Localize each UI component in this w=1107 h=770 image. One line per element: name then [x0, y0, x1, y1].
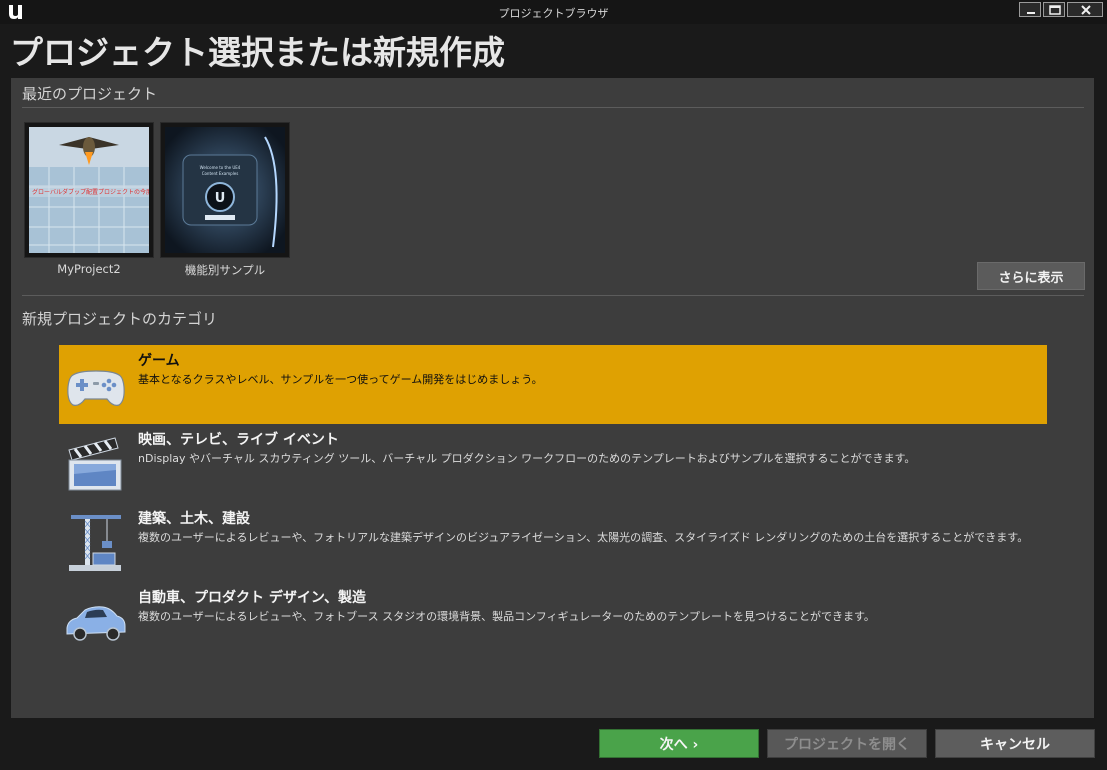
category-automotive-product-design-manufacturing[interactable]: 自動車、プロダクト デザイン、製造 複数のユーザーによるレビューや、フォトブース…: [59, 582, 1047, 661]
main-panel: 最近のプロジェクト グローバルダブップ配置プロジェクトの今度 MyProject…: [11, 78, 1094, 718]
next-button[interactable]: 次へ ›: [599, 729, 759, 758]
project-thumbnail-ue-logo: Welcome to the UE4 Content Examples U: [165, 127, 285, 253]
maximize-icon: [1049, 5, 1061, 15]
category-description: 複数のユーザーによるレビューや、フォトブース スタジオの環境背景、製品コンフィギ…: [138, 610, 875, 623]
recent-project-content-examples[interactable]: Welcome to the UE4 Content Examples U 機能…: [160, 122, 290, 278]
category-games[interactable]: ゲーム 基本となるクラスやレベル、サンプルを一つ使ってゲーム開発をはじめましょう…: [59, 345, 1047, 424]
title-bar: プロジェクトブラウザ: [0, 0, 1107, 24]
category-description: 基本となるクラスやレベル、サンプルを一つ使ってゲーム開発をはじめましょう。: [138, 373, 543, 386]
category-title: ゲーム: [138, 353, 180, 369]
recent-project-myproject2[interactable]: グローバルダブップ配置プロジェクトの今度 MyProject2: [24, 122, 154, 276]
close-icon: [1081, 5, 1091, 15]
category-title: 映画、テレビ、ライブ イベント: [138, 432, 339, 448]
category-film-tv-live-events[interactable]: 映画、テレビ、ライブ イベント nDisplay やバーチャル スカウティング …: [59, 424, 1047, 503]
recent-projects-label: 最近のプロジェクト: [22, 85, 158, 103]
close-button[interactable]: [1067, 2, 1103, 17]
project-thumbnail-aircraft: グローバルダブップ配置プロジェクトの今度: [29, 127, 149, 253]
show-more-button[interactable]: さらに表示: [977, 262, 1085, 290]
crane-icon: [69, 515, 121, 571]
project-name: 機能別サンプル: [184, 263, 266, 277]
project-name: MyProject2: [57, 262, 121, 276]
category-title: 建築、土木、建設: [138, 511, 250, 527]
divider: [22, 295, 1084, 296]
svg-text:Content Examples: Content Examples: [202, 171, 239, 176]
window-title: プロジェクトブラウザ: [498, 7, 609, 20]
category-description: nDisplay やバーチャル スカウティング ツール、バーチャル プロダクショ…: [138, 452, 916, 465]
gamepad-icon: [67, 370, 125, 406]
project-thumbnail: Welcome to the UE4 Content Examples U: [160, 122, 290, 258]
project-thumbnail: グローバルダブップ配置プロジェクトの今度: [24, 122, 154, 258]
page-title: プロジェクト選択または新規作成: [10, 33, 505, 72]
svg-text:グローバルダブップ配置プロジェクトの今度: グローバルダブップ配置プロジェクトの今度: [32, 188, 149, 196]
window-controls: [1019, 2, 1103, 17]
category-architecture-engineering-construction[interactable]: 建築、土木、建設 複数のユーザーによるレビューや、フォトリアルな建築デザインのビ…: [59, 503, 1047, 582]
divider: [22, 107, 1084, 108]
cancel-button[interactable]: キャンセル: [935, 729, 1095, 758]
svg-text:Welcome to the UE4: Welcome to the UE4: [200, 165, 241, 170]
category-title: 自動車、プロダクト デザイン、製造: [138, 590, 367, 606]
minimize-icon: [1027, 12, 1035, 14]
maximize-button[interactable]: [1043, 2, 1065, 17]
new-project-categories-label: 新規プロジェクトのカテゴリ: [22, 310, 218, 328]
content-examples-scene-icon: Welcome to the UE4 Content Examples U: [165, 127, 285, 253]
car-icon: [66, 606, 126, 641]
aircraft-scene-icon: グローバルダブップ配置プロジェクトの今度: [29, 127, 149, 253]
open-project-button[interactable]: プロジェクトを開く: [767, 729, 927, 758]
clapperboard-icon: [68, 437, 122, 491]
minimize-button[interactable]: [1019, 2, 1041, 17]
category-description: 複数のユーザーによるレビューや、フォトリアルな建築デザインのビジュアライゼーショ…: [138, 531, 1029, 544]
svg-text:U: U: [215, 191, 226, 206]
